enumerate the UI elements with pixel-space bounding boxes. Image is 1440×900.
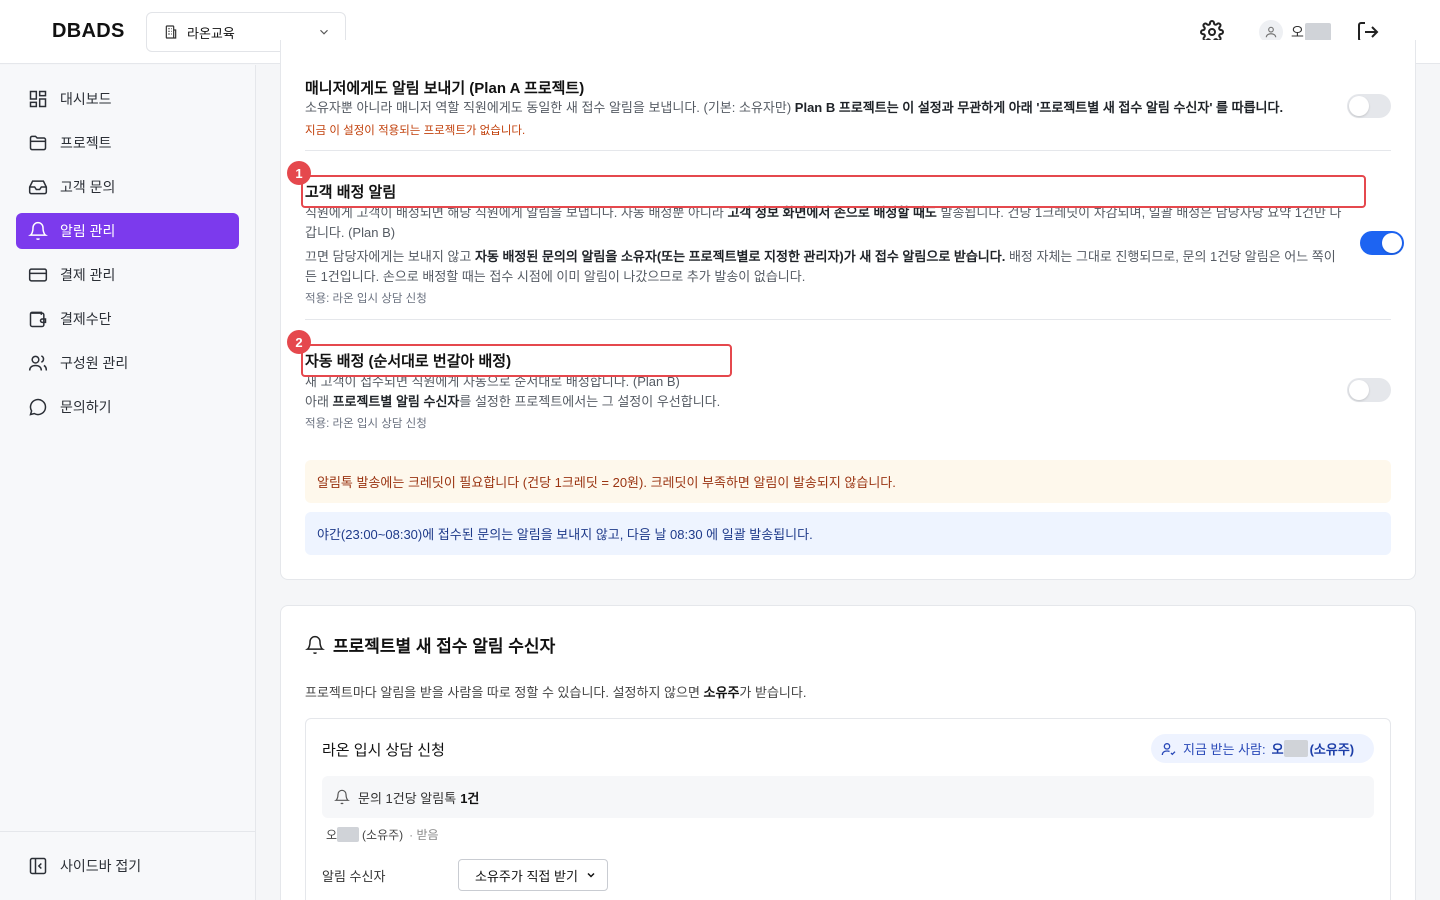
sidebar-item-members[interactable]: 구성원 관리 [16, 345, 239, 381]
credit-card-icon [28, 268, 48, 282]
assign-alert-desc-1: 직원에게 고객이 배정되면 해당 직원에게 알림을 보냅니다. 자동 배정뿐 아… [305, 205, 1342, 240]
inbox-icon [28, 180, 48, 195]
highlight-number-2: 2 [287, 330, 311, 354]
manager-alert-title: 매니저에게도 알림 보내기 (Plan A 프로젝트) [305, 80, 585, 97]
divider [305, 150, 1391, 151]
recipients-desc: 프로젝트마다 알림을 받을 사람을 따로 정할 수 있습니다. 설정하지 않으면… [305, 685, 807, 700]
project-name: 라온 입시 상담 신청 [322, 742, 445, 759]
bell-icon [305, 635, 325, 654]
assign-alert-applied: 적용: 라온 입시 상담 신청 [305, 293, 427, 305]
night-notice-banner: 야간(23:00~08:30)에 접수된 문의는 알림을 보내지 않고, 다음 … [305, 512, 1391, 555]
redacted-name [337, 827, 360, 842]
redacted-name [1283, 740, 1308, 757]
org-name: 라온교육 [187, 25, 235, 41]
current-recipient-badge: 지금 받는 사람: 오 (소유주) [1151, 734, 1374, 763]
sidebar-item-label: 알림 관리 [60, 223, 116, 239]
sidebar-item-payment-methods[interactable]: 결제수단 [16, 301, 239, 337]
assign-alert-toggle[interactable] [1360, 231, 1404, 255]
chevron-down-icon [320, 29, 328, 35]
manager-alert-toggle[interactable] [1347, 94, 1391, 118]
sidebar-collapse-icon [29, 857, 47, 875]
sidebar-item-label: 구성원 관리 [60, 355, 129, 371]
user-check-icon [1161, 742, 1176, 755]
sidebar-item-projects[interactable]: 프로젝트 [16, 125, 239, 161]
sidebar: 대시보드 프로젝트 고객 문의 알림 관리 결제 관리 결제수단 구성원 관리 … [0, 65, 256, 900]
toggle-knob [1349, 380, 1369, 400]
redacted-name [1304, 23, 1331, 41]
auto-assign-desc-2: 아래 프로젝트별 알림 수신자를 설정한 프로젝트에서는 그 설정이 우선합니다… [305, 394, 721, 409]
sidebar-item-label: 프로젝트 [60, 135, 112, 151]
highlight-box-1 [301, 175, 1366, 208]
recipient-field-label: 알림 수신자 [322, 869, 386, 884]
sidebar-footer: 사이드바 접기 [0, 831, 255, 900]
chevron-down-icon [587, 872, 595, 878]
sidebar-item-dashboard[interactable]: 대시보드 [16, 81, 239, 117]
collapse-sidebar-button[interactable]: 사이드바 접기 [28, 856, 141, 876]
building-icon [165, 25, 177, 39]
credit-notice-banner: 알림톡 발송에는 크레딧이 필요합니다 (건당 1크레딧 = 20원). 크레딧… [305, 460, 1391, 503]
sidebar-item-label: 고객 문의 [60, 179, 116, 195]
highlight-number-1: 1 [287, 161, 311, 185]
toggle-knob [1349, 96, 1369, 116]
sidebar-item-label: 대시보드 [60, 91, 112, 107]
divider [305, 319, 1391, 320]
user-name[interactable]: 오 [1291, 22, 1331, 42]
sidebar-item-alerts[interactable]: 알림 관리 [16, 213, 239, 249]
assign-alert-desc-2: 끄면 담당자에게는 보내지 않고 자동 배정된 문의의 알림을 소유자(또는 프… [305, 249, 1336, 284]
collapse-label: 사이드바 접기 [60, 858, 142, 874]
dashboard-icon [29, 90, 47, 108]
auto-assign-applied: 적용: 라온 입시 상담 신청 [305, 418, 427, 430]
app-logo[interactable]: DBADS [52, 20, 125, 43]
alert-count-info: 문의 1건당 알림톡 1건 [322, 776, 1374, 818]
bell-icon [334, 789, 350, 805]
wallet-icon [29, 311, 47, 328]
recipients-title: 프로젝트별 새 접수 알림 수신자 [305, 632, 555, 657]
toggle-knob [1382, 233, 1402, 253]
sidebar-item-label: 결제 관리 [60, 267, 116, 283]
manager-alert-desc: 소유자뿐 아니라 매니저 역할 직원에게도 동일한 새 접수 알림을 보냅니다.… [305, 100, 1284, 115]
sidebar-item-contact[interactable]: 문의하기 [16, 389, 239, 425]
users-icon [28, 355, 48, 371]
chat-icon [29, 398, 47, 416]
sidebar-item-inquiries[interactable]: 고객 문의 [16, 169, 239, 205]
sidebar-item-billing[interactable]: 결제 관리 [16, 257, 239, 293]
recipient-select[interactable]: 소유주가 직접 받기 [458, 859, 608, 891]
user-icon [1265, 26, 1277, 38]
sidebar-item-label: 결제수단 [60, 311, 112, 327]
folder-icon [29, 135, 47, 151]
sidebar-item-label: 문의하기 [60, 399, 112, 415]
manager-alert-warning: 지금 이 설정이 적용되는 프로젝트가 없습니다. [305, 125, 526, 137]
bell-icon [28, 221, 48, 241]
highlight-box-2 [301, 344, 732, 377]
auto-assign-toggle[interactable] [1347, 378, 1391, 402]
owner-recipient: 오 (소유주) · 받음 [326, 827, 439, 842]
